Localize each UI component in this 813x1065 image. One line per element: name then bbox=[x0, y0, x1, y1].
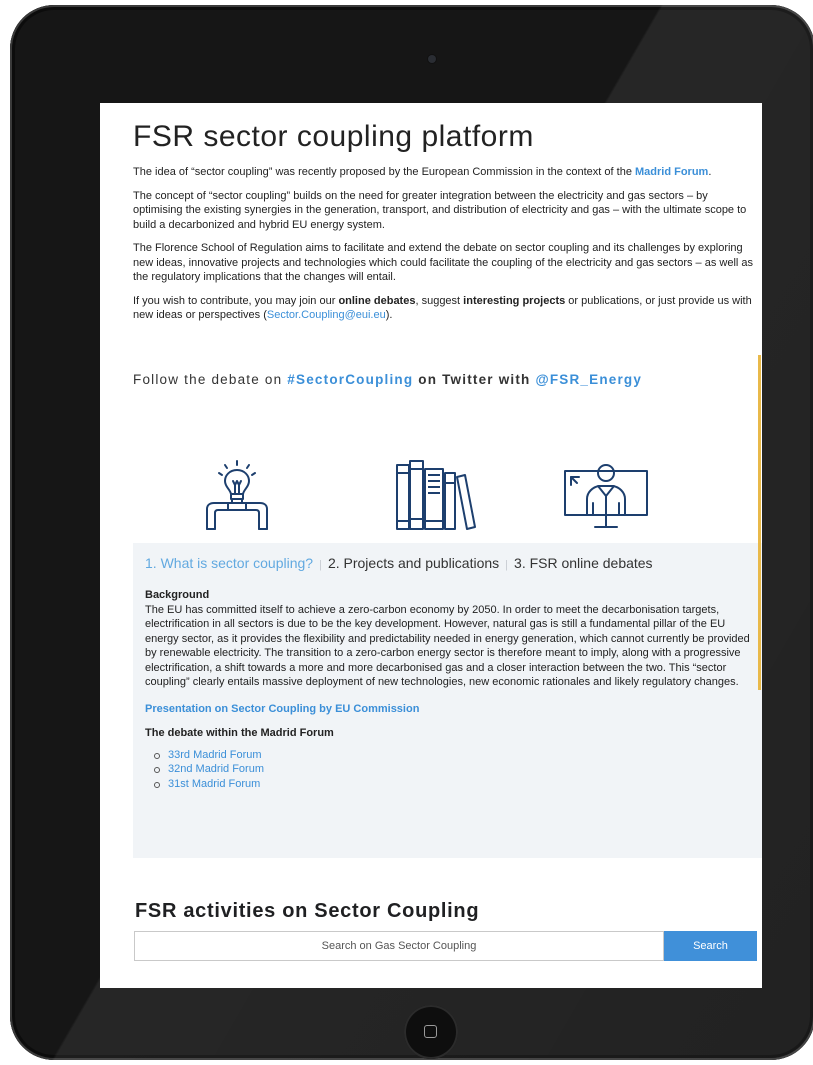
home-button[interactable] bbox=[404, 1005, 458, 1059]
search-input[interactable] bbox=[134, 931, 664, 961]
tablet-frame: FSR sector coupling platform The idea of… bbox=[10, 5, 813, 1060]
feature-icons-row bbox=[133, 459, 757, 539]
tab-bar: 1. What is sector coupling? | 2. Projects … bbox=[145, 555, 653, 571]
email-link[interactable]: Sector.Coupling@eui.eu bbox=[267, 309, 386, 321]
tabs-panel: 1. What is sector coupling? | 2. Projects … bbox=[133, 543, 762, 858]
online-debate-icon[interactable] bbox=[563, 459, 649, 531]
side-accent-bar bbox=[758, 355, 761, 690]
page-title: FSR sector coupling platform bbox=[133, 120, 534, 153]
online-debates-text: online debates bbox=[338, 294, 416, 307]
main-content: FSR sector coupling platform The idea of… bbox=[133, 103, 757, 530]
intro-paragraph-4: If you wish to contribute, you may join … bbox=[133, 294, 757, 323]
front-camera bbox=[428, 55, 436, 63]
forum-link-31st[interactable]: 31st Madrid Forum bbox=[154, 777, 751, 792]
webpage-screen: FSR sector coupling platform The idea of… bbox=[100, 103, 762, 988]
contribute-text-end: ). bbox=[385, 309, 393, 321]
intro-paragraph-2: The concept of “sector coupling” builds … bbox=[133, 189, 747, 231]
madrid-forum-list: 33rd Madrid Forum 32nd Madrid Forum 31st… bbox=[145, 748, 751, 792]
interesting-projects-text: interesting projects bbox=[463, 294, 566, 307]
twitter-middle: on Twitter with bbox=[413, 371, 536, 387]
books-icon[interactable] bbox=[395, 459, 477, 531]
tab-content: Background The EU has committed itself t… bbox=[145, 588, 751, 791]
forum-link-32nd[interactable]: 32nd Madrid Forum bbox=[154, 762, 751, 777]
contribute-text-2: , suggest bbox=[415, 294, 464, 307]
intro-paragraph-3: The Florence School of Regulation aims t… bbox=[133, 242, 754, 283]
background-text: The EU has committed itself to achieve a… bbox=[145, 603, 750, 689]
twitter-follow-line: Follow the debate on #SectorCoupling on … bbox=[133, 372, 757, 387]
madrid-forum-link[interactable]: Madrid Forum bbox=[635, 166, 708, 178]
intro-text: The idea of “sector coupling” was recent… bbox=[133, 166, 635, 178]
debate-heading: The debate within the Madrid Forum bbox=[145, 726, 334, 739]
background-heading: Background bbox=[145, 589, 210, 601]
search-button[interactable]: Search bbox=[664, 931, 757, 961]
intro-text-end: . bbox=[708, 166, 712, 178]
intro-paragraph-1: The idea of “sector coupling” was recent… bbox=[133, 165, 757, 180]
tab-what-is-sector-coupling[interactable]: 1. What is sector coupling? bbox=[145, 555, 313, 571]
home-square-icon bbox=[424, 1025, 437, 1038]
activities-title: FSR activities on Sector Coupling bbox=[135, 900, 480, 922]
tab-fsr-online-debates[interactable]: 3. FSR online debates bbox=[514, 555, 653, 571]
twitter-handle-link[interactable]: @FSR_Energy bbox=[535, 372, 642, 387]
hashtag-link[interactable]: #SectorCoupling bbox=[287, 372, 413, 387]
forum-link-33rd[interactable]: 33rd Madrid Forum bbox=[154, 748, 751, 763]
presentation-link[interactable]: Presentation on Sector Coupling by EU Co… bbox=[145, 703, 751, 715]
tab-separator: | bbox=[505, 559, 509, 571]
lightbulb-icon[interactable] bbox=[201, 459, 273, 531]
contribute-text: If you wish to contribute, you may join … bbox=[133, 294, 339, 307]
tab-projects-and-publications[interactable]: 2. Projects and publications bbox=[328, 555, 499, 571]
tab-separator: | bbox=[319, 559, 322, 571]
twitter-prefix: Follow the debate on bbox=[133, 371, 288, 387]
